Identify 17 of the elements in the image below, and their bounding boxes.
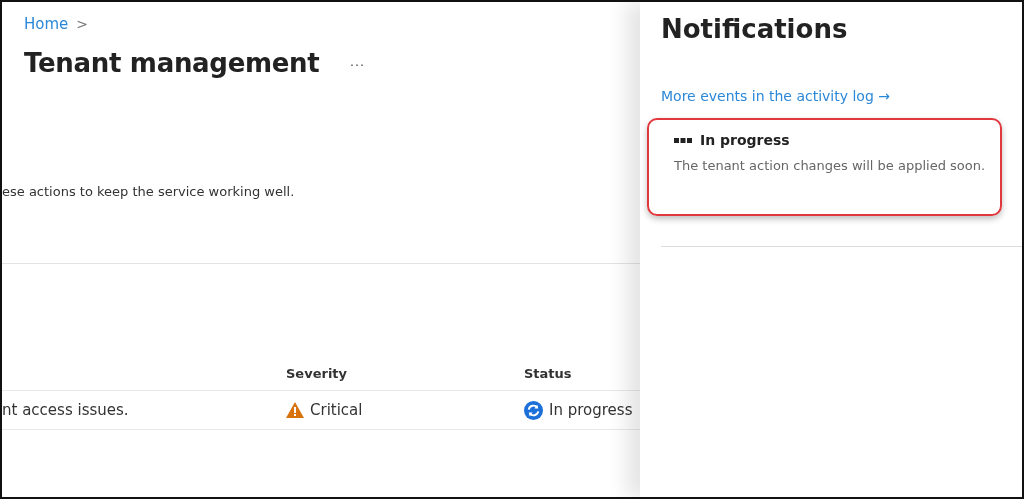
panel-title: Notifications [661,14,849,44]
page-description: ese actions to keep the service working well. [2,184,296,199]
severity-cell: Critical [286,401,524,419]
breadcrumb-link[interactable]: Home [24,15,69,33]
breadcrumb-separator: > [76,16,89,32]
sync-icon [524,400,543,420]
page-title: Tenant management [24,48,320,78]
warning-icon [286,402,304,418]
notification-title: In progress [700,132,790,148]
notification-message: The tenant action changes will be applied soon. [674,158,987,173]
more-button[interactable]: ··· [345,54,369,72]
progress-dots-icon [674,137,692,143]
column-header: Severity [286,365,349,381]
activity-log-link[interactable]: More events in the activity log → [661,88,1022,104]
status-cell: In progress [524,400,640,420]
column-header: Status [524,365,573,381]
table-cell-text: nt access issues. [2,401,130,419]
